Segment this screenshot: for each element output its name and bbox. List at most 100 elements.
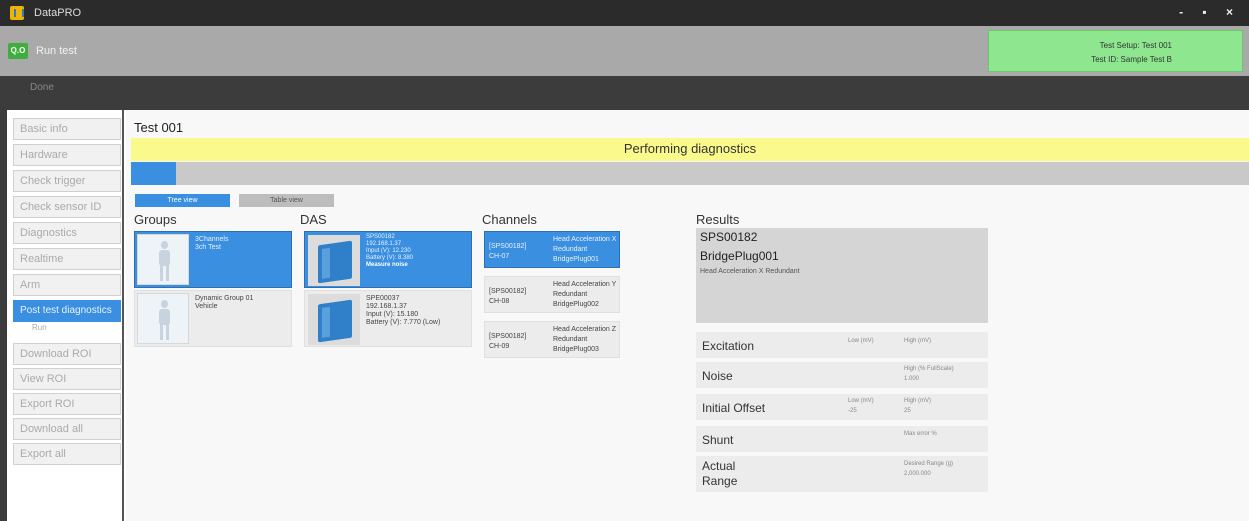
- metric-row-initial-offset: Initial Offset Low (mV) -25 High (mV) 25: [696, 394, 988, 420]
- group-card[interactable]: Dynamic Group 01 Vehicle: [134, 290, 292, 347]
- metric-high-label: High (mV): [904, 398, 932, 404]
- channel-device-id: [SPS00182]: [489, 243, 527, 250]
- sidebar-item-realtime[interactable]: Realtime: [13, 248, 121, 270]
- page-title: Test 001: [134, 120, 184, 135]
- status-bar: Done: [0, 76, 1249, 110]
- channel-type: Redundant: [553, 291, 588, 298]
- das-device-icon: [318, 299, 352, 343]
- group-description: Vehicle: [195, 303, 218, 310]
- metric-name: Actual Range: [702, 459, 738, 488]
- channel-name: Head Acceleration Y: [553, 281, 617, 288]
- sidebar-item-download-roi[interactable]: Download ROI: [13, 343, 121, 365]
- test-info-panel: Test Setup: Test 001 Test ID: Sample Tes…: [988, 30, 1243, 72]
- metric-name: Noise: [702, 369, 733, 383]
- metric-high-col: High (mV) 25: [904, 396, 931, 416]
- channel-device-id: [SPS00182]: [489, 288, 527, 295]
- sidebar-item-hardware[interactable]: Hardware: [13, 144, 121, 166]
- group-figure-thumbnail: [137, 293, 189, 344]
- test-setup-label: Test Setup: Test 001: [1099, 41, 1172, 50]
- diagnostics-banner: Performing diagnostics: [131, 138, 1249, 161]
- das-device-icon: [318, 240, 352, 284]
- group-card[interactable]: 3Channels 3ch Test: [134, 231, 292, 288]
- metric-low-col: Low (mV) -25: [848, 396, 874, 416]
- sidebar-item-view-roi[interactable]: View ROI: [13, 368, 121, 390]
- metric-row-shunt: Shunt Max error %: [696, 426, 988, 452]
- group-name: Dynamic Group 01: [195, 295, 254, 302]
- sidebar-item-check-trigger[interactable]: Check trigger: [13, 170, 121, 192]
- sidebar: Basic info Hardware Check trigger Check …: [0, 110, 124, 521]
- group-figure-thumbnail: [137, 234, 189, 285]
- app-logo-icon: [10, 6, 24, 20]
- das-card[interactable]: SPS00182 192.168.1.37 Input (V): 12.230 …: [304, 231, 472, 288]
- run-test-label: Run test: [36, 45, 77, 57]
- groups-heading: Groups: [134, 212, 177, 227]
- window-controls[interactable]: - ▪ ×: [1179, 5, 1241, 19]
- das-ip: 192.168.1.37: [366, 303, 407, 310]
- channel-plug: BridgePlug001: [553, 256, 599, 263]
- channel-plug: BridgePlug003: [553, 346, 599, 353]
- das-device-thumbnail: [308, 294, 360, 345]
- das-card[interactable]: SPE00037 192.168.1.37 Input (V): 15.180 …: [304, 290, 472, 347]
- channel-card[interactable]: [SPS00182] CH-08 Head Acceleration Y Red…: [484, 276, 620, 313]
- channel-card[interactable]: [SPS00182] CH-07 Head Acceleration X Red…: [484, 231, 620, 268]
- results-heading: Results: [696, 212, 740, 227]
- metric-name: Initial Offset: [702, 401, 766, 415]
- metric-high-label: High (% FullScale): [904, 366, 954, 372]
- sidebar-subitem-run[interactable]: Run: [32, 323, 47, 332]
- das-status: Measure noise: [366, 262, 408, 268]
- das-device-thumbnail: [308, 235, 360, 286]
- das-ip: 192.168.1.37: [366, 241, 402, 247]
- das-heading: DAS: [300, 212, 327, 227]
- run-test-button[interactable]: Q.O Run test: [8, 40, 77, 62]
- channel-type: Redundant: [553, 246, 588, 253]
- sidebar-item-export-all[interactable]: Export all: [13, 443, 121, 465]
- results-summary: SPS00182 BridgePlug001 Head Acceleration…: [696, 228, 988, 323]
- metric-name: Excitation: [702, 339, 755, 353]
- das-battery-voltage: Battery (V): 7.770 (Low): [366, 319, 441, 326]
- channel-plug: BridgePlug002: [553, 301, 599, 308]
- table-view-button[interactable]: Table view: [239, 194, 334, 207]
- person-figure-icon: [157, 241, 171, 281]
- metric-low-label: Low (mV): [848, 338, 874, 344]
- done-button[interactable]: Done: [30, 82, 54, 93]
- metric-high-label: High (mV): [904, 338, 932, 344]
- channel-number: CH-08: [489, 298, 510, 305]
- sidebar-item-diagnostics[interactable]: Diagnostics: [13, 222, 121, 244]
- sidebar-item-basic-info[interactable]: Basic info: [13, 118, 121, 140]
- das-serial: SPS00182: [366, 234, 395, 240]
- das-serial: SPE00037: [366, 295, 400, 302]
- metric-low-value: -25: [848, 408, 857, 414]
- sidebar-item-check-sensor-id[interactable]: Check sensor ID: [13, 196, 121, 218]
- metric-name: Shunt: [702, 433, 734, 447]
- metric-row-excitation: Excitation Low (mV) High (mV): [696, 332, 988, 358]
- channel-name: Head Acceleration X: [553, 236, 617, 243]
- main-panel: Test 001 Performing diagnostics Tree vie…: [126, 110, 1249, 521]
- metric-high-value: 1.000: [904, 376, 920, 382]
- channel-number: CH-09: [489, 343, 510, 350]
- channels-heading: Channels: [482, 212, 537, 227]
- person-figure-icon: [157, 300, 171, 340]
- diagnostics-progress-bar: [131, 162, 1249, 185]
- channel-type: Redundant: [553, 336, 588, 343]
- metric-high-value: 25: [904, 408, 911, 414]
- sidebar-item-export-roi[interactable]: Export ROI: [13, 393, 121, 415]
- run-test-icon: Q.O: [8, 43, 28, 59]
- test-id-label: Test ID: Sample Test B: [1091, 55, 1172, 64]
- das-input-voltage: Input (V): 12.230: [366, 248, 411, 254]
- results-description: Head Acceleration X Redundant: [700, 268, 800, 275]
- app-title: DataPRO: [34, 7, 82, 19]
- channel-card[interactable]: [SPS00182] CH-09 Head Acceleration Z Red…: [484, 321, 620, 358]
- das-battery-voltage: Battery (V): 8.380: [366, 255, 414, 261]
- metric-row-actual-range: Actual Range Desired Range (g) 2,000.000: [696, 456, 988, 492]
- results-device: SPS00182: [700, 230, 758, 244]
- sidebar-item-download-all[interactable]: Download all: [13, 418, 121, 440]
- das-input-voltage: Input (V): 15.180: [366, 311, 419, 318]
- metric-low-label: Low (mV): [848, 398, 874, 404]
- tree-view-button[interactable]: Tree view: [135, 194, 230, 207]
- channel-number: CH-07: [489, 253, 510, 260]
- sidebar-item-post-test-diagnostics[interactable]: Post test diagnostics: [13, 300, 121, 322]
- channel-name: Head Acceleration Z: [553, 326, 617, 333]
- sidebar-item-arm[interactable]: Arm: [13, 274, 121, 296]
- metric-row-noise: Noise High (% FullScale) 1.000: [696, 362, 988, 388]
- metric-desired-label: Desired Range (g): [904, 461, 954, 467]
